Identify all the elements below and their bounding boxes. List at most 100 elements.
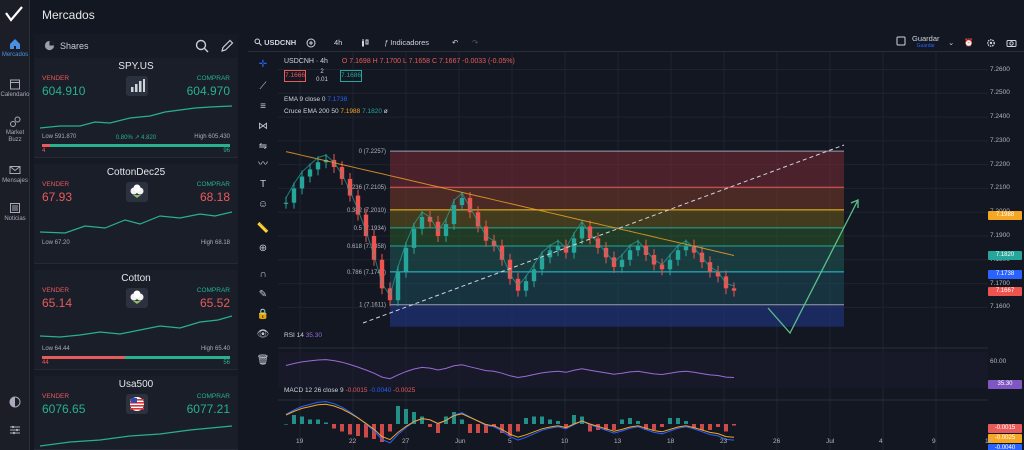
add-symbol-button[interactable] <box>306 38 316 50</box>
high-value: High 68.18 <box>200 240 230 246</box>
lock-drawing-tool[interactable]: ✎ <box>252 286 274 304</box>
lock-icon[interactable]: 🔒 <box>252 306 274 324</box>
sell-price[interactable]: 67.93 <box>42 190 72 204</box>
settings-button[interactable] <box>986 38 996 50</box>
legend-ohlc: O 7.1698 H 7.1700 L 7.1658 C 7.1667 -0.0… <box>341 58 515 65</box>
macd-bar <box>348 424 352 435</box>
cotton-icon <box>126 182 148 202</box>
cross-ema-legend: Cruce EMA 200 50 7.1988 7.1820 ø <box>284 108 388 115</box>
watchlist-title[interactable]: Shares <box>60 41 89 51</box>
high-value: High 65.40 <box>200 346 230 352</box>
nav-item-market-buzz[interactable]: Market Buzz <box>0 116 30 144</box>
sell-price[interactable]: 604.910 <box>42 84 85 98</box>
watchlist-card-cotton[interactable]: Cotton VENDER COMPRAR 65.14 65.52 Low 64… <box>34 270 238 370</box>
nav-label: Market Buzz <box>5 130 25 143</box>
horizontal-lines-tool[interactable]: ≡ <box>252 98 274 116</box>
nav-item-mensajes[interactable]: Mensajes <box>0 164 30 185</box>
sell-price[interactable]: 65.14 <box>42 296 72 310</box>
macd-bar <box>428 424 432 427</box>
macd-bar <box>356 424 360 436</box>
save-label: Guardar <box>912 34 940 43</box>
buy-price[interactable]: 6077.21 <box>187 402 230 416</box>
nav-label: Mercados <box>1 52 29 58</box>
candle-body <box>419 216 425 229</box>
search-icon[interactable] <box>194 38 210 54</box>
pattern-tool[interactable]: ⋈ <box>252 118 274 136</box>
buy-price[interactable]: 68.18 <box>200 190 230 204</box>
magnet-tool[interactable]: ∩ <box>252 266 274 284</box>
high-value: High 605.430 <box>194 134 230 140</box>
fib-band <box>390 151 844 188</box>
camera-button[interactable] <box>1006 38 1017 50</box>
undo-button[interactable]: ↶ <box>452 38 458 47</box>
time-tick: Jun <box>455 438 466 445</box>
price-tag: 7.1820 <box>988 250 1022 260</box>
theme-toggle[interactable] <box>0 396 30 410</box>
macd-bar <box>612 424 616 430</box>
save-button[interactable]: Guardar Guardar <box>912 34 940 49</box>
redo-button[interactable]: ↷ <box>472 38 478 47</box>
alert-button[interactable]: ⏰ <box>964 38 973 47</box>
time-axis[interactable]: 19 22 27 Jun 5 10 13 18 23 26 Jul 4 9 14 <box>278 436 992 448</box>
time-tick: 9 <box>932 438 936 445</box>
buy-price[interactable]: 65.52 <box>200 296 230 310</box>
ruler-tool[interactable]: 📏 <box>252 220 274 238</box>
macd-bar <box>716 424 720 427</box>
symbol-search[interactable]: USDCNH <box>254 38 296 47</box>
sell-price[interactable]: 6076.65 <box>42 402 85 416</box>
fx-icon: ƒ <box>384 38 389 47</box>
buy-price-box[interactable]: 7.1686 <box>340 70 362 82</box>
trash-icon[interactable]: 🗑 <box>252 352 274 370</box>
crosshair-tool[interactable]: ✛ <box>252 56 274 74</box>
macd-bar <box>324 422 328 424</box>
candle-body <box>659 264 665 270</box>
trendline-tool[interactable]: ⟋ <box>252 78 274 96</box>
sparkline <box>40 315 232 338</box>
text-tool[interactable]: T <box>252 176 274 194</box>
candle-body <box>675 250 681 260</box>
settings-sliders[interactable] <box>0 424 30 438</box>
sell-label: VENDER <box>42 181 70 188</box>
fib-tool[interactable]: ⇋ <box>252 138 274 156</box>
macd-v3: -0.0025 <box>393 387 416 394</box>
nav-item-mercados[interactable]: Mercados <box>0 38 30 59</box>
cross-v1: 7.1988 <box>340 108 361 115</box>
price-axis[interactable]: 7.26007.25007.24007.23007.22007.21007.20… <box>988 52 1024 450</box>
macd-bar <box>308 419 312 424</box>
sell-price-box[interactable]: 7.1666 <box>284 70 306 82</box>
indicators-button[interactable]: ƒ Indicadores <box>384 38 429 47</box>
buy-price[interactable]: 604.970 <box>187 84 230 98</box>
instrument-name: Usa500 <box>118 379 154 390</box>
edit-pencil-icon[interactable] <box>219 38 235 54</box>
fib-band <box>390 227 844 246</box>
candle-body <box>283 202 289 204</box>
macd-bar <box>556 421 560 424</box>
watchlist-card-spy[interactable]: SPY.US VENDER COMPRAR 604.910 604.970 Lo… <box>34 58 238 158</box>
nav-item-calendario[interactable]: Calendario <box>0 78 30 99</box>
macd-bar <box>388 424 392 432</box>
price-tick: 7.2300 <box>990 136 1010 144</box>
emoji-tool[interactable]: ☺ <box>252 196 274 214</box>
time-tick: 18 <box>667 438 675 445</box>
zoom-tool[interactable]: ⊕ <box>252 240 274 258</box>
sparkline <box>40 425 232 447</box>
sell-label: VENDER <box>42 75 70 82</box>
price-tick: 7.2600 <box>990 65 1010 73</box>
watchlist-header: Shares <box>34 34 238 58</box>
candle-type-button[interactable] <box>360 38 370 50</box>
home-icon <box>10 39 20 49</box>
sparkline <box>40 105 232 129</box>
macd-bar <box>540 416 544 424</box>
eye-icon[interactable]: 👁 <box>252 326 274 344</box>
interval-button[interactable]: 4h <box>334 38 342 47</box>
nav-item-noticias[interactable]: Noticias <box>0 202 30 223</box>
watchlist-card-cottondec25[interactable]: CottonDec25 VENDER COMPRAR 67.93 68.18 L… <box>34 164 238 264</box>
watchlist-card-usa500[interactable]: Usa500 VENDER COMPRAR 6076.65 6077.21 <box>34 376 238 450</box>
forecast-tool[interactable]: 〰 <box>252 156 274 174</box>
candle-body <box>571 238 577 253</box>
candle-body <box>619 259 625 267</box>
save-dropdown[interactable]: ⌄ <box>948 38 954 47</box>
layout-checkbox[interactable] <box>896 36 906 48</box>
macd-bar <box>620 419 624 424</box>
logo-icon[interactable] <box>4 6 26 24</box>
